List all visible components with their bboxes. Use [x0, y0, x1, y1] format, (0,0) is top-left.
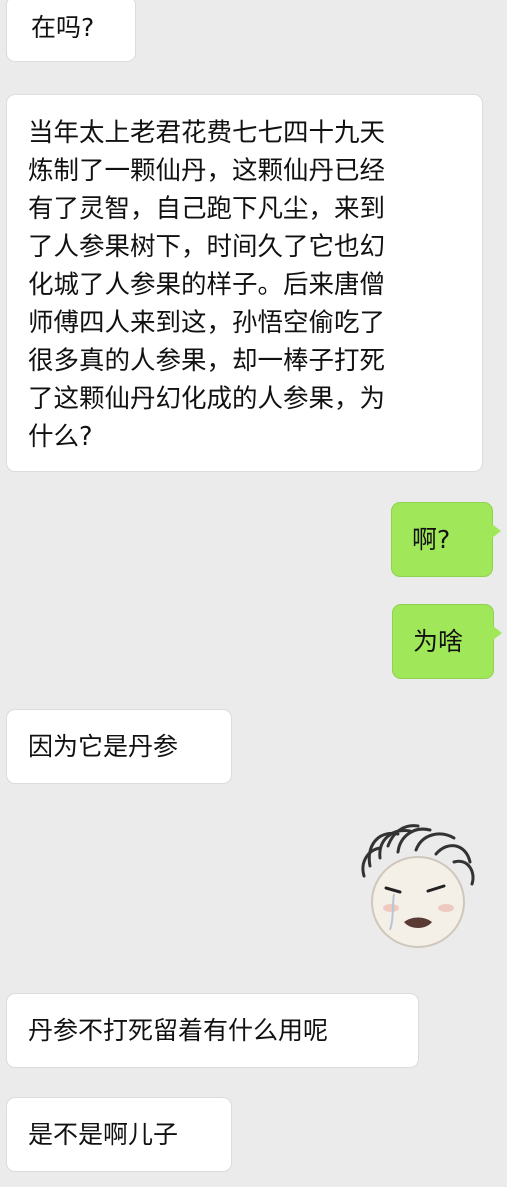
incoming-message-bubble[interactable]: 是不是啊儿子 — [6, 1097, 232, 1172]
message-text: 当年太上老君花费七七四十九天 炼制了一颗仙丹，这颗仙丹已经 有了灵智，自己跑下凡… — [28, 118, 386, 452]
crying-face-sticker[interactable] — [358, 822, 476, 952]
outgoing-message-bubble[interactable]: 啊? — [391, 502, 501, 577]
incoming-message-bubble[interactable]: 在吗? — [6, 0, 136, 62]
message-text: 因为它是丹参 — [28, 732, 179, 761]
message-text: 丹参不打死留着有什么用呢 — [28, 1016, 329, 1045]
face-icon — [371, 856, 465, 948]
incoming-message-bubble[interactable]: 丹参不打死留着有什么用呢 — [6, 993, 419, 1068]
right-blush-icon — [438, 904, 454, 912]
message-text: 在吗? — [31, 13, 95, 42]
incoming-message-bubble[interactable]: 当年太上老君花费七七四十九天 炼制了一颗仙丹，这颗仙丹已经 有了灵智，自己跑下凡… — [6, 94, 483, 472]
message-text: 啊? — [412, 525, 451, 554]
incoming-message-bubble[interactable]: 因为它是丹参 — [6, 709, 232, 784]
message-text: 是不是啊儿子 — [28, 1120, 179, 1149]
outgoing-message-bubble[interactable]: 为啥 — [392, 604, 502, 679]
message-text: 为啥 — [413, 627, 464, 656]
left-blush-icon — [383, 904, 399, 912]
